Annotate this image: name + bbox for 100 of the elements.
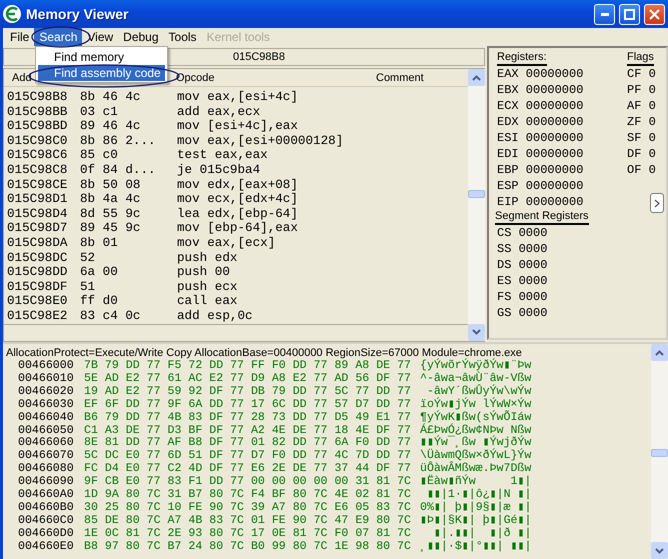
bytes-cell-text: 83 c4 0c xyxy=(79,308,142,324)
register-value: EAX 00000000 xyxy=(497,66,584,82)
register-value: EDX 00000000 xyxy=(497,114,584,130)
bytes-cell-text: 51 xyxy=(79,280,96,294)
opcode-cell-text: test eax,eax xyxy=(176,148,269,163)
ascii-text: ¸▮▮|·$▮|°▮▮| ▮▮| xyxy=(420,540,532,554)
opcode-cell-text: push 00 xyxy=(176,265,231,280)
segment-register-value: SS 0000 xyxy=(497,241,548,257)
bytes-cell-text: 8b 01 xyxy=(79,236,119,251)
address-cell-text: 015C98D4 xyxy=(6,206,68,222)
address-cell-text: 00466040 xyxy=(18,412,75,425)
scrollbar[interactable] xyxy=(468,69,485,340)
menu-item[interactable]: File xyxy=(5,28,34,46)
address-cell-text: 015C98DD xyxy=(6,265,68,280)
chevron-right-icon xyxy=(654,198,660,208)
address-cell-text: 00466020 xyxy=(18,386,75,399)
hex-bytes: 7B 79 DD 77 F5 72 DD 77 FF F0 DD 77 89 A8 DE 77 xyxy=(84,360,412,373)
window-title: Memory Viewer xyxy=(26,6,130,22)
opcode-cell-text: mov [ebp-64],eax xyxy=(176,221,299,236)
hex-bytes: 5E AD E2 77 61 AC E2 77 D9 A8 E2 77 AD 56 DF 77 xyxy=(84,372,412,386)
register-value: EBP 00000000 xyxy=(497,162,584,178)
segment-register-value: FS 0000 xyxy=(497,289,548,305)
address-cell-text: 015C98E2 xyxy=(6,308,68,324)
ascii-text: {yÝwõrÝwÿðÝw▮¨Þw xyxy=(420,360,532,372)
address-cell-text: 015C98C6 xyxy=(6,148,68,163)
opcode-cell-text: mov [esi+4c],eax xyxy=(176,119,299,134)
opcode-cell-text: je 015c9ba4 xyxy=(176,162,262,178)
ascii-text: ▮|.▮▮| ▮|ð ▮| xyxy=(432,528,532,540)
bytes-cell-text: 8b 86 2... xyxy=(79,134,157,148)
bytes-cell-text: 89 45 9c xyxy=(79,221,142,236)
address-cell-text: 004660E0 xyxy=(18,540,75,554)
ascii-text: ▮Þ▮|§K▮| þ▮|Gé▮| xyxy=(420,514,532,528)
close-button[interactable] xyxy=(644,4,665,24)
bytes-cell-text: 89 46 4c xyxy=(79,119,142,134)
section-title: Segment Registers xyxy=(495,210,589,225)
address-cell-text: 004660D0 xyxy=(18,528,75,541)
menu-option[interactable]: Find memory xyxy=(38,49,165,65)
address-cell-text: 00466070 xyxy=(18,450,75,463)
flag-value: OF 0 xyxy=(627,162,656,178)
register-value: ECX 00000000 xyxy=(497,98,584,114)
bytes-cell-text: 8b 4a 4c xyxy=(79,192,142,207)
column-title: Opcode xyxy=(175,72,216,84)
scrollbar[interactable] xyxy=(651,344,668,559)
scroll-thumb[interactable] xyxy=(651,449,668,457)
address-cell-text: 015C98BD xyxy=(6,119,68,134)
opcode-cell-text: add eax,ecx xyxy=(176,104,262,120)
hex-bytes: 1E 0C 81 7C 2E 93 80 7C 17 0E 81 7C F0 07 81 7C xyxy=(84,528,412,541)
address-cell-text: 015C98DC xyxy=(6,250,68,266)
address-cell-text: 004660A0 xyxy=(18,489,75,502)
menu-item[interactable]: Debug xyxy=(118,28,164,46)
ascii-text: 0%▮| þ▮|9§▮|æ ▮| xyxy=(420,502,532,514)
maximize-button[interactable] xyxy=(619,4,640,24)
ascii-text: ^-âwa¬âwÙ¨âw-Vßw xyxy=(420,372,532,385)
address-cell-text: 004660B0 xyxy=(18,502,75,515)
expand-button[interactable] xyxy=(650,193,664,213)
address-cell-text: 00466090 xyxy=(18,476,75,489)
scroll-thumb[interactable] xyxy=(468,190,485,198)
register-value: EIP 00000000 xyxy=(497,194,584,210)
address-cell-text: 00466080 xyxy=(18,463,75,476)
address-cell-text: 015C98DA xyxy=(6,236,68,251)
segment-register-value: DS 0000 xyxy=(497,257,548,273)
address-cell-text: 00466010 xyxy=(18,372,75,386)
address-cell-text: 015C98D7 xyxy=(6,221,68,236)
opcode-cell-text: lea edx,[ebp-64] xyxy=(176,206,299,222)
segment-register-value: GS 0000 xyxy=(497,305,548,321)
menu-item[interactable]: Tools xyxy=(164,28,202,46)
hex-bytes: C1 A3 DE 77 D3 BF DF 77 A2 4E DE 77 18 4E DF 77 xyxy=(84,424,412,437)
address-cell-text: 015C98C8 xyxy=(6,162,68,178)
maximize-icon xyxy=(624,8,635,20)
menu-option[interactable]: Find assembly code xyxy=(38,65,165,81)
minimize-button[interactable] xyxy=(594,4,615,24)
bytes-cell-text: 8d 55 9c xyxy=(79,206,142,222)
opcode-cell-text: mov eax,[esi+00000128] xyxy=(176,134,344,148)
opcode-cell-text: mov eax,[esi+4c] xyxy=(176,90,299,105)
region-info: AllocationProtect=Execute/Write Copy AllocationBase=00400000 RegionSize=67000 Module=chrome.exe xyxy=(6,346,522,359)
ascii-text: ▮Ëàw▮ñÝw 1▮| xyxy=(420,476,532,488)
bytes-cell-text: 8b 46 4c xyxy=(79,90,142,105)
close-icon xyxy=(649,8,660,20)
menu-item[interactable]: Search xyxy=(34,28,82,46)
address-cell-text: 004660C0 xyxy=(18,514,75,528)
ascii-text: \ÜàwmQßw×ðÝwL}Ýw xyxy=(420,450,532,462)
register-value: EBX 00000000 xyxy=(497,82,584,98)
register-value: ESI 00000000 xyxy=(497,130,584,146)
address-cell-text: 00466050 xyxy=(18,424,75,437)
ascii-text: ▮▮|1·▮|ô¿▮|N ▮| xyxy=(426,489,532,502)
address-cell-text: 015C98D1 xyxy=(6,192,68,207)
opcode-cell-text: mov eax,[ecx] xyxy=(176,236,276,251)
opcode-cell-text: mov edx,[eax+08] xyxy=(176,178,299,192)
flag-value: AF 0 xyxy=(627,98,656,114)
scroll-down-icon xyxy=(472,329,481,335)
column-title: Comment xyxy=(375,72,425,84)
register-value: ESP 00000000 xyxy=(497,178,584,194)
address-cell-text: 00466030 xyxy=(18,398,75,412)
ascii-text: -âwY´ßwÛyÝw\wÝw xyxy=(426,386,532,398)
bytes-cell-text: 03 c1 xyxy=(79,104,119,120)
flag-value: ZF 0 xyxy=(627,114,656,130)
hex-bytes: 9F CB E0 77 83 F1 DD 77 00 00 00 00 00 31 81 7C xyxy=(84,476,412,489)
opcode-cell-text: mov ecx,[edx+4c] xyxy=(176,192,299,207)
section-title: Registers: xyxy=(497,51,547,66)
address-cell-text: 00466000 xyxy=(18,360,75,373)
